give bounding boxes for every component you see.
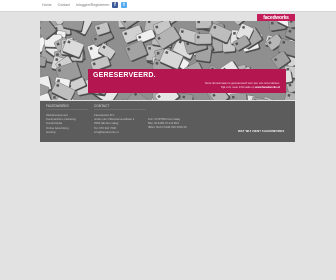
footer-col2-title: CONTACT bbox=[94, 104, 110, 108]
hero-image: GERESERVEERD. Deze domeinnaam is gereser… bbox=[40, 21, 295, 100]
footer-service-link[interactable]: Hosting bbox=[46, 130, 76, 134]
banner-website-link[interactable]: www.facedworks.nl bbox=[255, 86, 280, 89]
footer-company-line: IBAN: NL01 INGB 000 0000 00 bbox=[148, 125, 187, 130]
footer-col1-title: FACEDWORKS bbox=[46, 104, 69, 108]
twitter-icon[interactable]: t bbox=[121, 2, 127, 8]
top-navigation: Home Contact Inloggen/Registreren bbox=[42, 2, 109, 9]
banner-title: GERESERVEERD. bbox=[93, 72, 156, 79]
footer-col3-list: Kvk: 27297500 Den Haag Btw: NL8189.70.41… bbox=[148, 117, 187, 130]
banner-text: Deze domeinnaam is gereserveerd voor een… bbox=[160, 82, 280, 89]
footer-col2-divider bbox=[94, 109, 146, 110]
top-bar: Home Contact Inloggen/Registreren f t bbox=[0, 0, 336, 12]
reserved-banner: GERESERVEERD. Deze domeinnaam is gereser… bbox=[88, 69, 286, 93]
banner-line-2: Kijk voor meer informatie op www.facedwo… bbox=[160, 86, 280, 90]
banner-line-2-prefix: Kijk voor meer informatie op bbox=[220, 85, 255, 89]
footer-col2-list: Facedworks B.V. Johan van Oldenbarnevelt… bbox=[94, 113, 134, 134]
footer-cta[interactable]: WAT WIJ ZIEN? FACEDWORKS bbox=[238, 129, 284, 133]
nav-contact-link[interactable]: Contact bbox=[58, 2, 70, 9]
footer-col1-divider bbox=[46, 109, 88, 110]
site-footer: FACEDWORKS Webdevelopment Zoekmachine ma… bbox=[40, 101, 295, 142]
facebook-icon[interactable]: f bbox=[112, 2, 118, 8]
social-links: f t bbox=[112, 2, 127, 8]
nav-login-link[interactable]: Inloggen/Registreren bbox=[76, 2, 109, 9]
nav-home-link[interactable]: Home bbox=[42, 2, 52, 9]
footer-col1-list: Webdevelopment Zoekmachine marketing Soc… bbox=[46, 113, 76, 134]
footer-email-link[interactable]: info@facedworks.nl bbox=[94, 130, 134, 134]
